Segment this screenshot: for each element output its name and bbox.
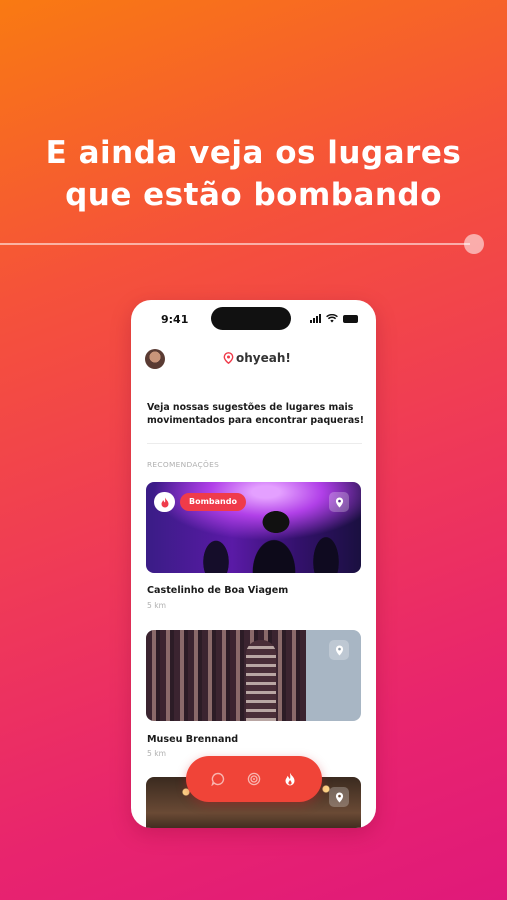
status-time: 9:41 bbox=[161, 313, 189, 326]
logo-pin-icon bbox=[223, 352, 234, 364]
location-pin-icon[interactable] bbox=[329, 640, 349, 660]
fire-icon bbox=[154, 492, 175, 512]
chat-icon[interactable] bbox=[206, 767, 230, 791]
dynamic-island bbox=[211, 307, 291, 330]
card-image-castelinho[interactable]: Bombando bbox=[146, 482, 361, 573]
decorative-line bbox=[0, 243, 470, 245]
card-image-museu[interactable] bbox=[146, 630, 361, 721]
card-title[interactable]: Museu Brennand bbox=[147, 734, 238, 745]
radar-icon[interactable] bbox=[242, 767, 266, 791]
app-logo: ohyeah! bbox=[223, 351, 291, 365]
phone-mockup: 9:41 ohyeah! Veja nossas sugestões de lu… bbox=[131, 300, 376, 828]
headline: E ainda veja os lugares que estão bomban… bbox=[0, 132, 507, 216]
decorative-dot bbox=[464, 234, 484, 254]
location-pin-icon[interactable] bbox=[329, 787, 349, 807]
wifi-icon bbox=[326, 314, 338, 323]
logo-text: ohyeah! bbox=[236, 351, 291, 365]
battery-icon bbox=[343, 315, 358, 323]
card-distance: 5 km bbox=[147, 749, 167, 758]
divider bbox=[147, 443, 362, 444]
status-badge: Bombando bbox=[180, 493, 246, 511]
fire-icon[interactable] bbox=[278, 767, 302, 791]
status-icons bbox=[310, 314, 358, 323]
bottom-tab-bar bbox=[186, 756, 322, 802]
headline-line-2: que estão bombando bbox=[65, 177, 442, 213]
location-pin-icon[interactable] bbox=[329, 492, 349, 512]
section-label: RECOMENDAÇÕES bbox=[147, 460, 220, 469]
card-title[interactable]: Castelinho de Boa Viagem bbox=[147, 585, 288, 596]
signal-icon bbox=[310, 314, 321, 323]
avatar[interactable] bbox=[145, 349, 165, 369]
card-distance: 5 km bbox=[147, 601, 167, 610]
intro-text: Veja nossas sugestões de lugares mais mo… bbox=[147, 402, 364, 426]
headline-line-1: E ainda veja os lugares bbox=[45, 135, 462, 171]
building-tower bbox=[246, 640, 276, 721]
